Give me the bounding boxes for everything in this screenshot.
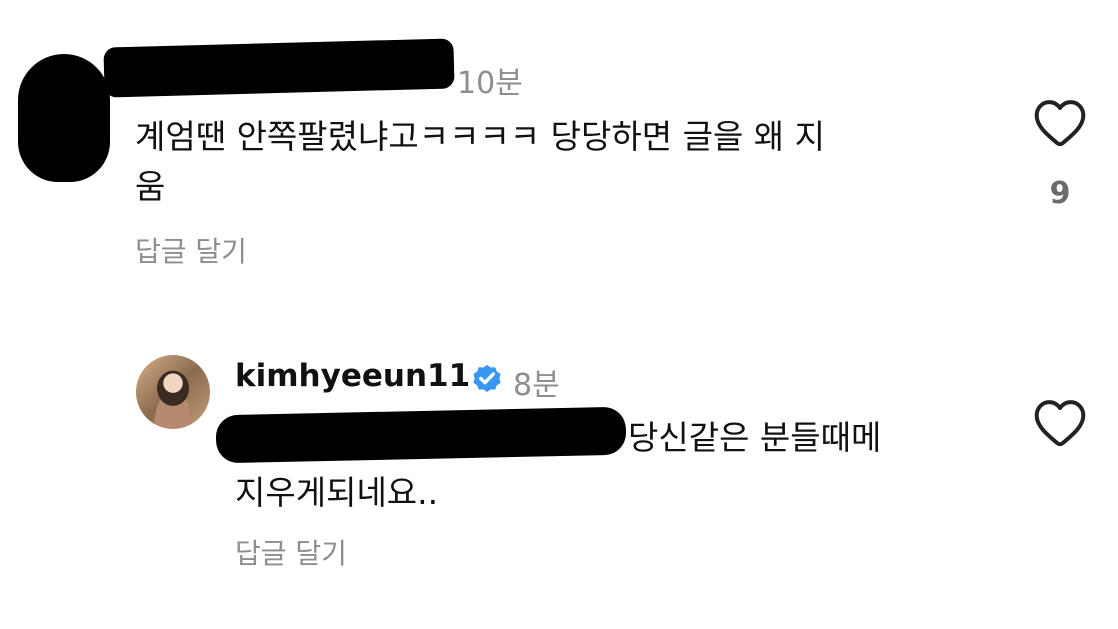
verified-badge-icon bbox=[470, 361, 504, 395]
like-button[interactable] bbox=[1032, 96, 1088, 148]
comment-text-line: 당신같은 분들때메 bbox=[628, 418, 882, 457]
like-button[interactable] bbox=[1032, 396, 1088, 448]
heart-outline-icon bbox=[1034, 100, 1086, 147]
comment-time: 10분 bbox=[457, 66, 523, 101]
reply-button[interactable]: 답글 달기 bbox=[235, 532, 347, 572]
comment-time: 8분 bbox=[513, 368, 560, 403]
redacted-username bbox=[103, 38, 455, 98]
reply-button[interactable]: 답글 달기 bbox=[135, 230, 247, 270]
comment-text: 계엄땐 안쪽팔렸냐고ㅋㅋㅋㅋ 당당하면 글을 왜 지 움 bbox=[135, 112, 995, 212]
redacted-avatar bbox=[18, 54, 110, 182]
comment-text-line: 지우게되네요.. bbox=[235, 473, 439, 512]
username[interactable]: kimhyeeun11 bbox=[235, 358, 470, 394]
comment-text-line: 계엄땐 안쪽팔렸냐고ㅋㅋㅋㅋ 당당하면 글을 왜 지 bbox=[135, 117, 826, 156]
heart-outline-icon bbox=[1034, 400, 1086, 447]
like-count: 9 bbox=[1049, 176, 1071, 211]
redacted-mention bbox=[215, 406, 627, 464]
comment-text-line: 움 bbox=[135, 167, 166, 206]
avatar[interactable] bbox=[136, 355, 210, 429]
